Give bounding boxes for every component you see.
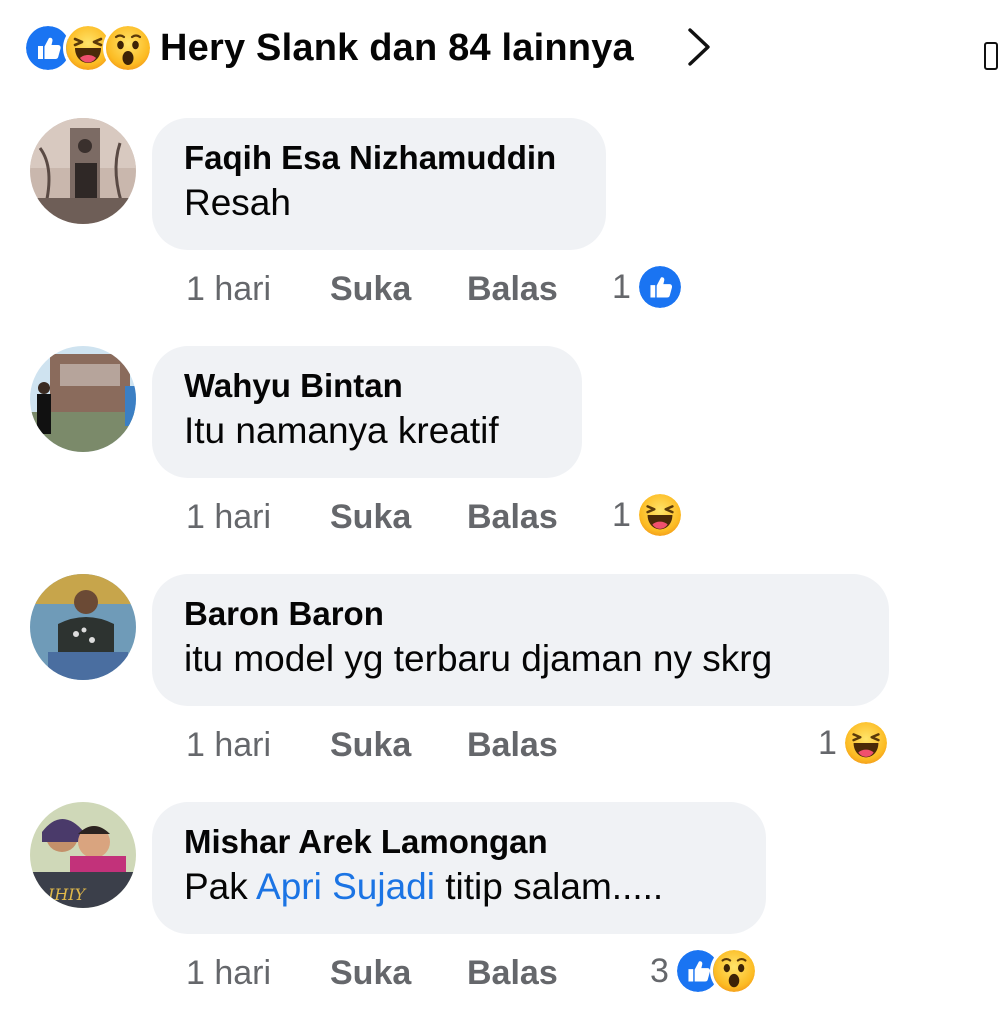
like-button[interactable]: Suka (330, 270, 467, 309)
svg-text:IHIY: IHIY (47, 885, 87, 904)
comment-text-suffix: titip salam..... (445, 866, 664, 907)
comment-actions: 1 hari Suka Balas (186, 954, 558, 993)
reaction-count-number: 3 (650, 951, 669, 990)
comment-author[interactable]: Baron Baron (184, 594, 857, 634)
phone-icon[interactable] (984, 42, 998, 70)
haha-icon (66, 26, 110, 70)
comment-time[interactable]: 1 hari (186, 954, 330, 993)
comment-author[interactable]: Wahyu Bintan (184, 366, 550, 406)
reactions-summary-text: Hery Slank dan 84 lainnya (160, 26, 634, 69)
comment-text-prefix: Pak (184, 866, 248, 907)
like-icon (639, 266, 681, 308)
comment-author[interactable]: Mishar Arek Lamongan (184, 822, 734, 862)
reply-button[interactable]: Balas (467, 726, 558, 765)
comment-text: Resah (184, 182, 291, 223)
reply-button[interactable]: Balas (467, 954, 558, 993)
comment-bubble[interactable]: Wahyu Bintan Itu namanya kreatif (152, 346, 582, 478)
reaction-icons (26, 26, 146, 70)
haha-icon (639, 494, 681, 536)
comment-time[interactable]: 1 hari (186, 270, 330, 309)
like-button[interactable]: Suka (330, 954, 467, 993)
reaction-count-number: 1 (612, 267, 631, 306)
reaction-count-number: 1 (612, 495, 631, 534)
comment-author[interactable]: Faqih Esa Nizhamuddin (184, 138, 574, 178)
reaction-count[interactable]: 1 (612, 494, 681, 536)
like-button[interactable]: Suka (330, 726, 467, 765)
reaction-count[interactable]: 1 (612, 266, 681, 308)
avatar[interactable]: IHIY (30, 802, 136, 908)
wow-icon (106, 26, 150, 70)
comment-time[interactable]: 1 hari (186, 726, 330, 765)
mention-link[interactable]: Apri Sujadi (256, 866, 435, 907)
comment-text: Pak Apri Sujadi titip salam..... (184, 862, 734, 912)
comment-bubble[interactable]: Baron Baron itu model yg terbaru djaman … (152, 574, 889, 706)
wow-icon (713, 950, 755, 992)
comment-bubble[interactable]: Mishar Arek Lamongan Pak Apri Sujadi tit… (152, 802, 766, 934)
reaction-count[interactable]: 1 (818, 722, 887, 764)
haha-icon (845, 722, 887, 764)
reply-button[interactable]: Balas (467, 498, 558, 537)
comment-actions: 1 hari Suka Balas (186, 270, 558, 309)
comment-actions: 1 hari Suka Balas (186, 498, 558, 537)
avatar[interactable] (30, 118, 136, 224)
comment-text: itu model yg terbaru djaman ny skrg (184, 638, 773, 679)
comment-actions: 1 hari Suka Balas (186, 726, 558, 765)
avatar[interactable] (30, 574, 136, 680)
chevron-right-icon[interactable] (684, 26, 716, 68)
reaction-count-number: 1 (818, 723, 837, 762)
comment-bubble[interactable]: Faqih Esa Nizhamuddin Resah (152, 118, 606, 250)
comment-time[interactable]: 1 hari (186, 498, 330, 537)
reply-button[interactable]: Balas (467, 270, 558, 309)
comment-text: Itu namanya kreatif (184, 410, 499, 451)
like-icon (26, 26, 70, 70)
avatar[interactable] (30, 346, 136, 452)
like-button[interactable]: Suka (330, 498, 467, 537)
reactions-summary[interactable]: Hery Slank dan 84 lainnya (26, 22, 634, 74)
reaction-count[interactable]: 3 (650, 950, 755, 992)
